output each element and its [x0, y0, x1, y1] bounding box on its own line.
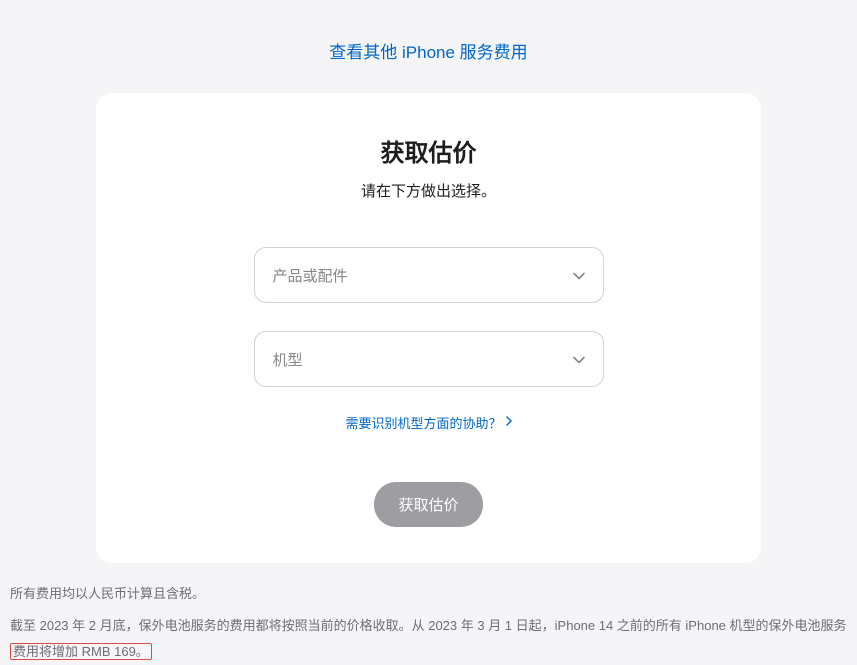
- product-select-placeholder: 产品或配件: [273, 265, 348, 286]
- model-select-wrapper: 机型: [254, 331, 604, 387]
- get-estimate-button[interactable]: 获取估价: [374, 482, 482, 527]
- identify-model-help-link[interactable]: 需要识别机型方面的协助？: [345, 413, 511, 432]
- footer-line-1: 所有费用均以人民币计算且含税。: [10, 581, 847, 607]
- footer-line-2: 截至 2023 年 2 月底，保外电池服务的费用都将按照当前的价格收取。从 20…: [10, 613, 847, 665]
- chevron-right-icon: [506, 416, 512, 429]
- price-highlight: 费用将增加 RMB 169。: [10, 643, 152, 660]
- top-link-container: 查看其他 iPhone 服务费用: [0, 0, 857, 93]
- model-select[interactable]: 机型: [254, 331, 604, 387]
- product-select[interactable]: 产品或配件: [254, 247, 604, 303]
- footer-notes: 所有费用均以人民币计算且含税。 截至 2023 年 2 月底，保外电池服务的费用…: [0, 563, 857, 665]
- estimate-card: 获取估价 请在下方做出选择。 产品或配件 机型 需要识别机型方面的协助？ 获取估…: [96, 93, 761, 563]
- help-link-label: 需要识别机型方面的协助？: [345, 413, 501, 432]
- product-select-wrapper: 产品或配件: [254, 247, 604, 303]
- footer-line-2a: 截至 2023 年 2 月底，保外电池服务的费用都将按照当前的价格收取。从 20…: [10, 618, 847, 633]
- model-select-placeholder: 机型: [273, 349, 303, 370]
- card-title: 获取估价: [116, 133, 741, 168]
- other-service-link[interactable]: 查看其他 iPhone 服务费用: [329, 43, 527, 62]
- card-subtitle: 请在下方做出选择。: [116, 180, 741, 201]
- chevron-down-icon: [573, 351, 585, 367]
- chevron-down-icon: [573, 267, 585, 283]
